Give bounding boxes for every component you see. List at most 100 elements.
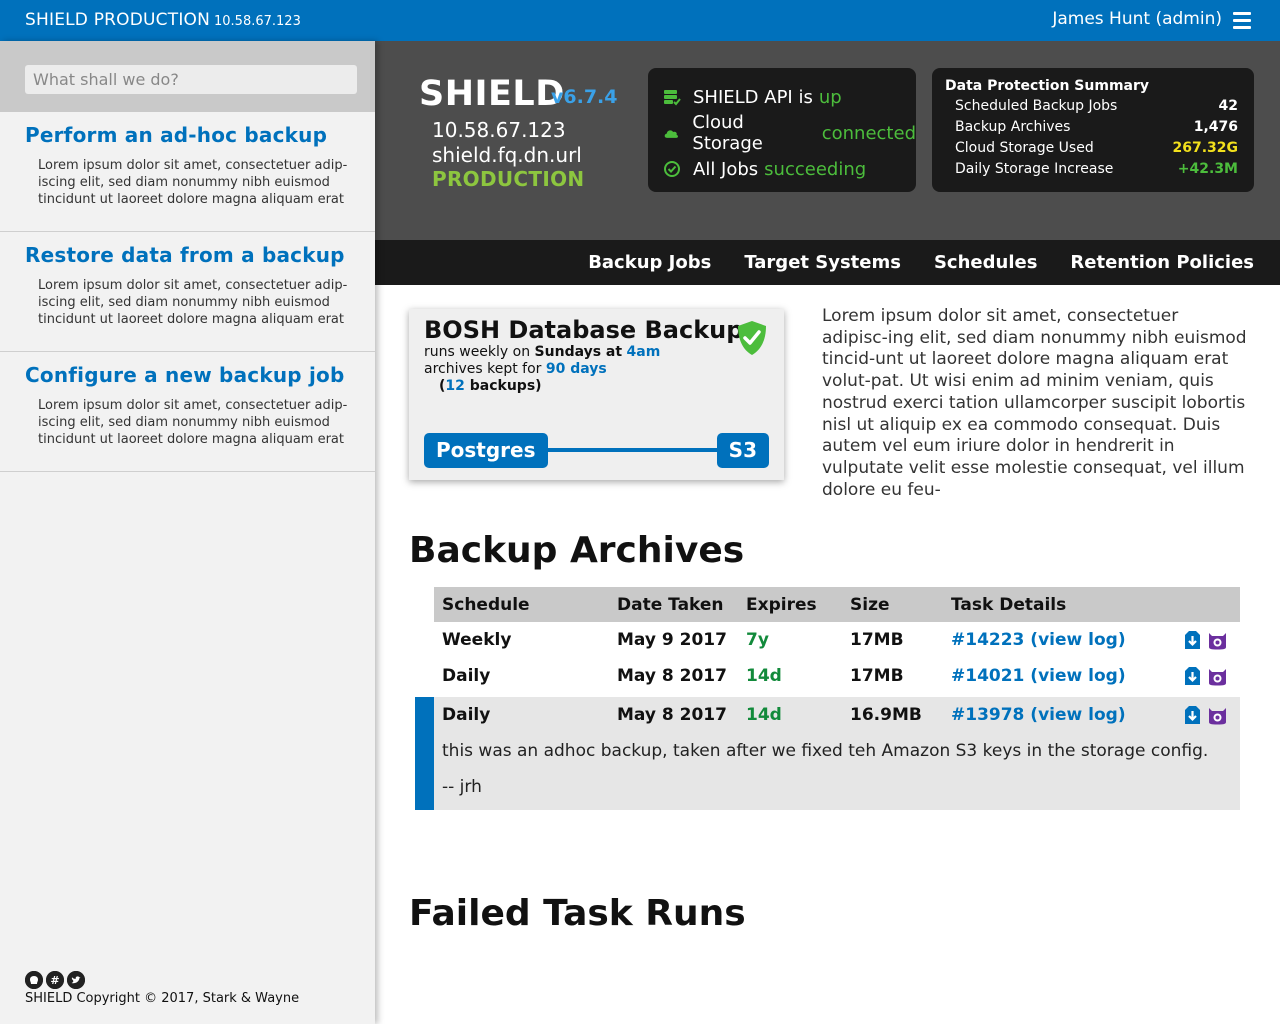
sidebar-item-restore[interactable]: Restore data from a backup Lorem ipsum d… — [0, 232, 375, 352]
cloud-check-icon — [664, 130, 678, 138]
copyright: SHIELD Copyright © 2017, Stark & Wayne — [25, 991, 300, 1006]
selection-indicator — [415, 697, 434, 810]
sidebar: Perform an ad-hoc backup Lorem ipsum dol… — [0, 41, 375, 1024]
summary-row: Cloud Storage Used 267.32G — [945, 138, 1238, 159]
purge-archive-icon[interactable] — [1208, 666, 1227, 686]
job-destination-store[interactable]: S3 — [716, 433, 769, 468]
table-row[interactable]: Weekly May 9 2017 7y 17MB #14223 (view l… — [434, 622, 1240, 658]
status-value: succeeding — [764, 158, 867, 180]
task-log-link[interactable]: #14021 (view log) — [951, 666, 1126, 686]
cell-schedule: Daily — [442, 705, 491, 725]
cell-date: May 8 2017 — [617, 705, 727, 725]
job-schedule: runs weekly on Sundays at 4am — [424, 344, 769, 361]
restore-icon[interactable] — [1183, 666, 1202, 686]
cell-size: 17MB — [850, 666, 904, 686]
summary-row: Scheduled Backup Jobs 42 — [945, 96, 1238, 117]
product-version: v6.7.4 — [551, 86, 618, 108]
purge-archive-icon[interactable] — [1208, 630, 1227, 650]
column-header: Task Details — [951, 594, 1067, 615]
cell-size: 17MB — [850, 630, 904, 650]
sidebar-item-title[interactable]: Restore data from a backup — [25, 243, 355, 267]
table-row[interactable]: Daily May 8 2017 14d 16.9MB #13978 (view… — [434, 697, 1240, 733]
server-check-icon — [664, 90, 681, 106]
cell-date: May 8 2017 — [617, 666, 727, 686]
column-header: Date Taken — [617, 594, 724, 615]
hero-banner: SHIELD v6.7.4 10.58.67.123 shield.fq.dn.… — [375, 41, 1280, 240]
purge-archive-icon[interactable] — [1208, 705, 1227, 725]
instance-ip: 10.58.67.123 — [432, 118, 566, 142]
cell-expires: 14d — [746, 666, 782, 686]
status-label: All Jobs — [693, 158, 759, 180]
data-protection-summary: Data Protection Summary Scheduled Backup… — [932, 68, 1254, 192]
failed-task-runs-heading: Failed Task Runs — [409, 893, 746, 934]
column-header: Expires — [746, 594, 817, 615]
search-input[interactable] — [25, 65, 357, 94]
slack-icon[interactable]: # — [46, 971, 64, 989]
column-header: Schedule — [442, 594, 530, 615]
cell-schedule: Weekly — [442, 630, 512, 650]
nav-retention-policies[interactable]: Retention Policies — [1070, 252, 1254, 273]
cell-expires: 14d — [746, 705, 782, 725]
shield-check-icon — [738, 321, 766, 355]
job-pipeline: Postgres S3 — [424, 433, 769, 468]
table-row[interactable]: Daily May 8 2017 14d 17MB #14021 (view l… — [434, 658, 1240, 694]
user-menu-label[interactable]: James Hunt (admin) — [1052, 9, 1222, 29]
summary-value: 1,476 — [1193, 119, 1238, 135]
summary-label: Daily Storage Increase — [955, 161, 1114, 177]
cell-expires: 7y — [746, 630, 769, 650]
github-icon[interactable] — [25, 971, 43, 989]
env-label: SHIELD PRODUCTION — [25, 10, 211, 30]
summary-label: Scheduled Backup Jobs — [955, 98, 1118, 114]
column-header: Size — [850, 594, 890, 615]
summary-title: Data Protection Summary — [945, 78, 1150, 94]
restore-icon[interactable] — [1183, 705, 1202, 725]
job-description: Lorem ipsum dolor sit amet, consectetuer… — [822, 306, 1247, 500]
instance-hostname: shield.fq.dn.url — [432, 143, 582, 167]
job-retention: archives kept for 90 days — [424, 361, 769, 378]
task-log-link[interactable]: #13978 (view log) — [951, 705, 1126, 725]
job-schedule-prefix: runs weekly on — [424, 344, 531, 360]
nav-target-systems[interactable]: Target Systems — [744, 252, 901, 273]
summary-value: 267.32G — [1172, 140, 1238, 156]
search-bar — [0, 41, 375, 112]
summary-value: +42.3M — [1177, 161, 1238, 177]
hamburger-menu-icon[interactable] — [1233, 12, 1251, 30]
summary-row: Backup Archives 1,476 — [945, 117, 1238, 138]
summary-label: Cloud Storage Used — [955, 140, 1094, 156]
product-name: SHIELD — [419, 74, 565, 114]
restore-icon[interactable] — [1183, 630, 1202, 650]
job-backup-count-suffix: backups — [469, 378, 536, 394]
main-nav: Backup Jobs Target Systems Schedules Ret… — [375, 240, 1280, 285]
job-retention-days: 90 days — [545, 361, 607, 377]
instance-address: 10.58.67.123 shield.fq.dn.url — [432, 118, 582, 168]
env-ip: 10.58.67.123 — [214, 14, 301, 29]
pipeline-connector — [524, 448, 724, 452]
task-log-link[interactable]: #14223 (view log) — [951, 630, 1126, 650]
nav-backup-jobs[interactable]: Backup Jobs — [588, 252, 711, 273]
job-source-target[interactable]: Postgres — [424, 433, 548, 468]
table-row-selected[interactable]: Daily May 8 2017 14d 16.9MB #13978 (view… — [415, 697, 1240, 810]
archives-table: Schedule Date Taken Expires Size Task De… — [434, 587, 1240, 694]
status-row-storage: Cloud Storage connected — [663, 112, 916, 154]
status-label: Cloud Storage — [692, 112, 763, 154]
sidebar-item-adhoc-backup[interactable]: Perform an ad-hoc backup Lorem ipsum dol… — [0, 112, 375, 232]
sidebar-item-title[interactable]: Perform an ad-hoc backup — [25, 123, 355, 147]
table-header: Schedule Date Taken Expires Size Task De… — [434, 587, 1240, 622]
summary-label: Backup Archives — [955, 119, 1071, 135]
archive-note-author: -- jrh — [442, 777, 482, 797]
sidebar-item-configure-job[interactable]: Configure a new backup job Lorem ipsum d… — [0, 352, 375, 472]
twitter-icon[interactable] — [67, 971, 85, 989]
check-circle-icon — [664, 161, 680, 177]
nav-schedules[interactable]: Schedules — [934, 252, 1037, 273]
top-bar: SHIELD PRODUCTION 10.58.67.123 James Hun… — [0, 0, 1280, 41]
archive-note: this was an adhoc backup, taken after we… — [442, 741, 1209, 761]
sidebar-item-title[interactable]: Configure a new backup job — [25, 363, 355, 387]
job-card[interactable]: BOSH Database Backup runs weekly on Sund… — [409, 309, 784, 480]
status-row-jobs: All Jobs succeeding — [663, 151, 916, 187]
cell-date: May 9 2017 — [617, 630, 727, 650]
job-schedule-day: Sundays at — [534, 344, 623, 360]
job-backup-count-value: 12 — [445, 378, 465, 394]
job-backup-count: (12 backups) — [439, 378, 542, 394]
status-value: connected — [821, 122, 916, 144]
job-schedule-time: 4am — [626, 344, 661, 360]
